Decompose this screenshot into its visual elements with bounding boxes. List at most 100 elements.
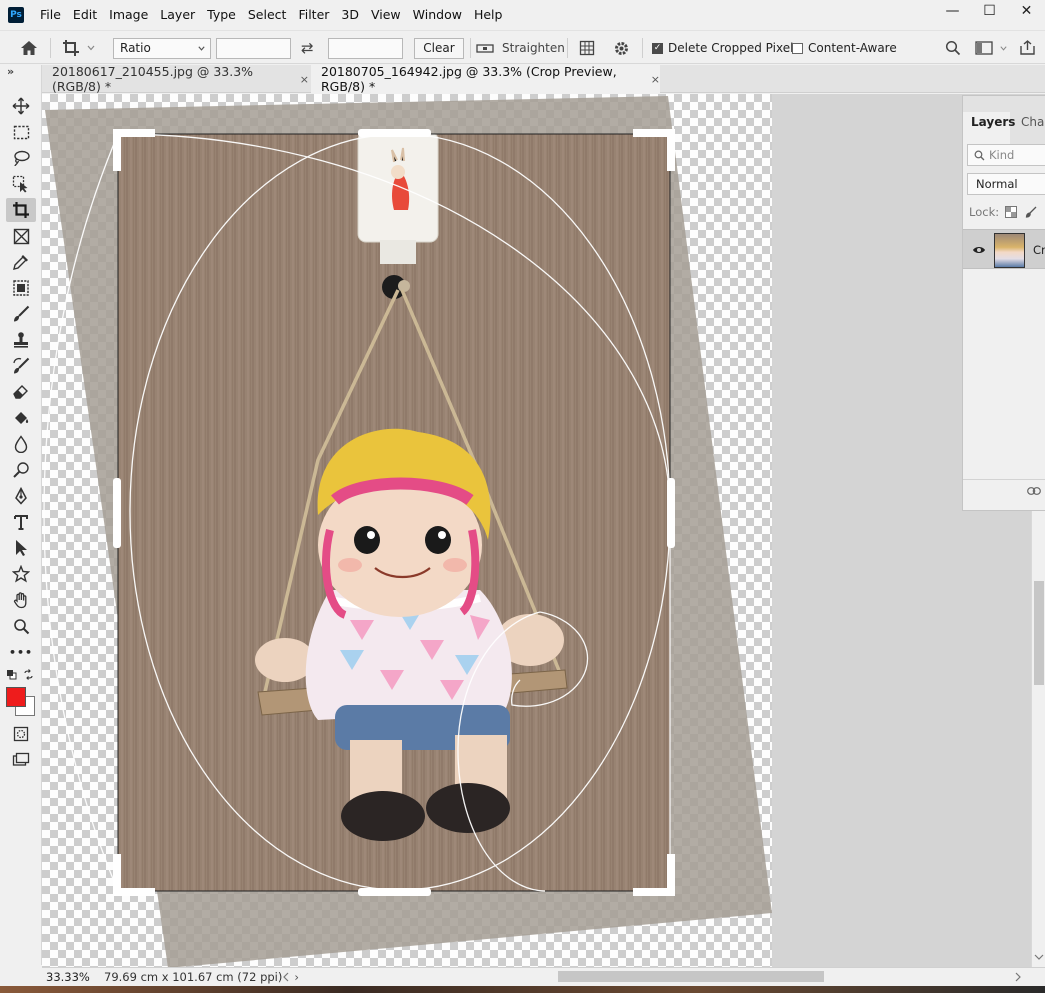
options-bar: Ratio ⇄ Clear Straighten ✓ Delete Croppe… [0, 30, 1045, 64]
scroll-right-icon[interactable] [1014, 972, 1022, 982]
document-tab-bar: 20180617_210455.jpg @ 33.3% (RGB/8) * × … [42, 64, 1045, 94]
menu-view[interactable]: View [365, 0, 407, 30]
edit-toolbar-button[interactable]: ••• [6, 640, 36, 664]
frame-tool[interactable] [6, 224, 36, 248]
vertical-scroll-thumb[interactable] [1034, 581, 1044, 685]
eyedropper-tool[interactable] [6, 250, 36, 274]
horizontal-scrollbar[interactable] [278, 968, 1023, 986]
brush-tool[interactable] [6, 302, 36, 326]
crop-handle-bottom[interactable] [358, 888, 431, 896]
close-window-button[interactable]: ✕ [1008, 0, 1045, 22]
brush-icon [14, 305, 30, 322]
custom-shape-tool[interactable] [6, 562, 36, 586]
swap-icon: ⇄ [301, 39, 314, 57]
crop-settings-button[interactable] [613, 31, 630, 65]
collapse-toolbar-button[interactable]: » [7, 65, 14, 78]
menu-filter[interactable]: Filter [292, 0, 335, 30]
path-selection-tool[interactable] [6, 536, 36, 560]
bandage-icon [13, 280, 29, 296]
home-button[interactable] [20, 31, 38, 65]
scroll-down-icon[interactable] [1034, 953, 1044, 961]
crop-handle-left[interactable] [113, 478, 121, 548]
eraser-tool[interactable] [6, 380, 36, 404]
blur-icon [14, 435, 28, 453]
close-tab-icon[interactable]: × [300, 73, 309, 86]
document-info: 79.69 cm x 101.67 cm (72 ppi) [104, 970, 283, 984]
lock-transparent-icon[interactable] [1005, 206, 1018, 218]
menu-help[interactable]: Help [468, 0, 509, 30]
zoom-tool[interactable] [6, 614, 36, 638]
menu-layer[interactable]: Layer [154, 0, 201, 30]
visibility-eye-icon[interactable] [972, 245, 986, 255]
tab-layers[interactable]: Layers [963, 112, 1015, 146]
swap-dimensions-button[interactable]: ⇄ [301, 31, 314, 65]
level-icon [476, 44, 494, 53]
lasso-tool[interactable] [6, 146, 36, 170]
crop-handle-right[interactable] [667, 478, 675, 548]
type-tool[interactable] [6, 510, 36, 534]
content-aware-checkbox[interactable]: Content-Aware [792, 31, 897, 65]
paint-bucket-tool[interactable] [6, 406, 36, 430]
blur-tool[interactable] [6, 432, 36, 456]
overlay-options-button[interactable] [578, 31, 596, 65]
pen-tool[interactable] [6, 484, 36, 508]
layer-row[interactable]: Cro [963, 229, 1045, 269]
foreground-color-swatch[interactable] [6, 687, 26, 707]
share-button[interactable] [1019, 31, 1037, 65]
separator [50, 38, 51, 58]
layer-filter-kind[interactable]: Kind [967, 144, 1045, 166]
minimize-button[interactable]: — [934, 0, 971, 22]
vertical-scrollbar[interactable] [1031, 511, 1045, 967]
search-button[interactable] [945, 31, 961, 65]
menu-file[interactable]: File [34, 0, 67, 30]
healing-brush-tool[interactable] [6, 276, 36, 300]
ratio-dropdown[interactable]: Ratio [113, 37, 211, 59]
blend-mode-dropdown[interactable]: Normal [967, 173, 1045, 195]
hand-icon [13, 592, 27, 609]
menu-image[interactable]: Image [103, 0, 154, 30]
menu-edit[interactable]: Edit [67, 0, 103, 30]
marquee-tool[interactable] [6, 120, 36, 144]
photo-inside-crop [118, 134, 670, 891]
rectangle-marquee-icon [13, 125, 29, 139]
menu-type[interactable]: Type [201, 0, 242, 30]
swap-colors-icon[interactable] [23, 669, 34, 680]
tab-document-1[interactable]: 20180617_210455.jpg @ 33.3% (RGB/8) * × [42, 64, 309, 94]
zoom-level[interactable]: 33.33% [46, 970, 98, 984]
crop-handle-top[interactable] [358, 129, 431, 137]
dodge-tool[interactable] [6, 458, 36, 482]
horizontal-scroll-thumb[interactable] [558, 971, 824, 982]
ratio-height-input[interactable] [328, 37, 403, 59]
crop-tool[interactable] [6, 198, 36, 222]
clone-stamp-tool[interactable] [6, 328, 36, 352]
quick-mask-button[interactable] [6, 722, 36, 746]
filter-placeholder: Kind [989, 148, 1015, 162]
crop-preset-picker[interactable] [62, 31, 96, 65]
menu-select[interactable]: Select [242, 0, 293, 30]
tools-panel: » ••• [0, 65, 42, 965]
chevron-down-icon [198, 45, 205, 51]
object-selection-tool[interactable] [6, 172, 36, 196]
hand-tool[interactable] [6, 588, 36, 612]
workspace-switcher[interactable] [975, 31, 1008, 65]
clear-button[interactable]: Clear [414, 37, 464, 59]
content-aware-label: Content-Aware [808, 41, 897, 55]
close-tab-icon[interactable]: × [651, 73, 660, 86]
lock-pixels-brush-icon[interactable] [1025, 206, 1037, 218]
ratio-width-input[interactable] [216, 37, 291, 59]
tab-character[interactable]: Char [1015, 112, 1045, 146]
move-tool[interactable] [6, 94, 36, 118]
menu-window[interactable]: Window [407, 0, 468, 30]
straighten-button[interactable]: Straighten [476, 31, 565, 65]
tab-document-2[interactable]: 20180705_164942.jpg @ 33.3% (Crop Previe… [311, 64, 660, 94]
history-brush-tool[interactable] [6, 354, 36, 378]
document-canvas[interactable] [42, 94, 1045, 967]
screen-mode-button[interactable] [6, 748, 36, 772]
maximize-button[interactable]: ☐ [971, 0, 1008, 22]
default-colors-icon[interactable] [6, 669, 17, 680]
scroll-left-icon[interactable] [282, 972, 290, 982]
link-layers-icon[interactable] [1027, 487, 1041, 495]
menu-3d[interactable]: 3D [335, 0, 365, 30]
ratio-label: Ratio [120, 41, 151, 55]
delete-cropped-pixels-checkbox[interactable]: ✓ Delete Cropped Pixels [652, 31, 800, 65]
